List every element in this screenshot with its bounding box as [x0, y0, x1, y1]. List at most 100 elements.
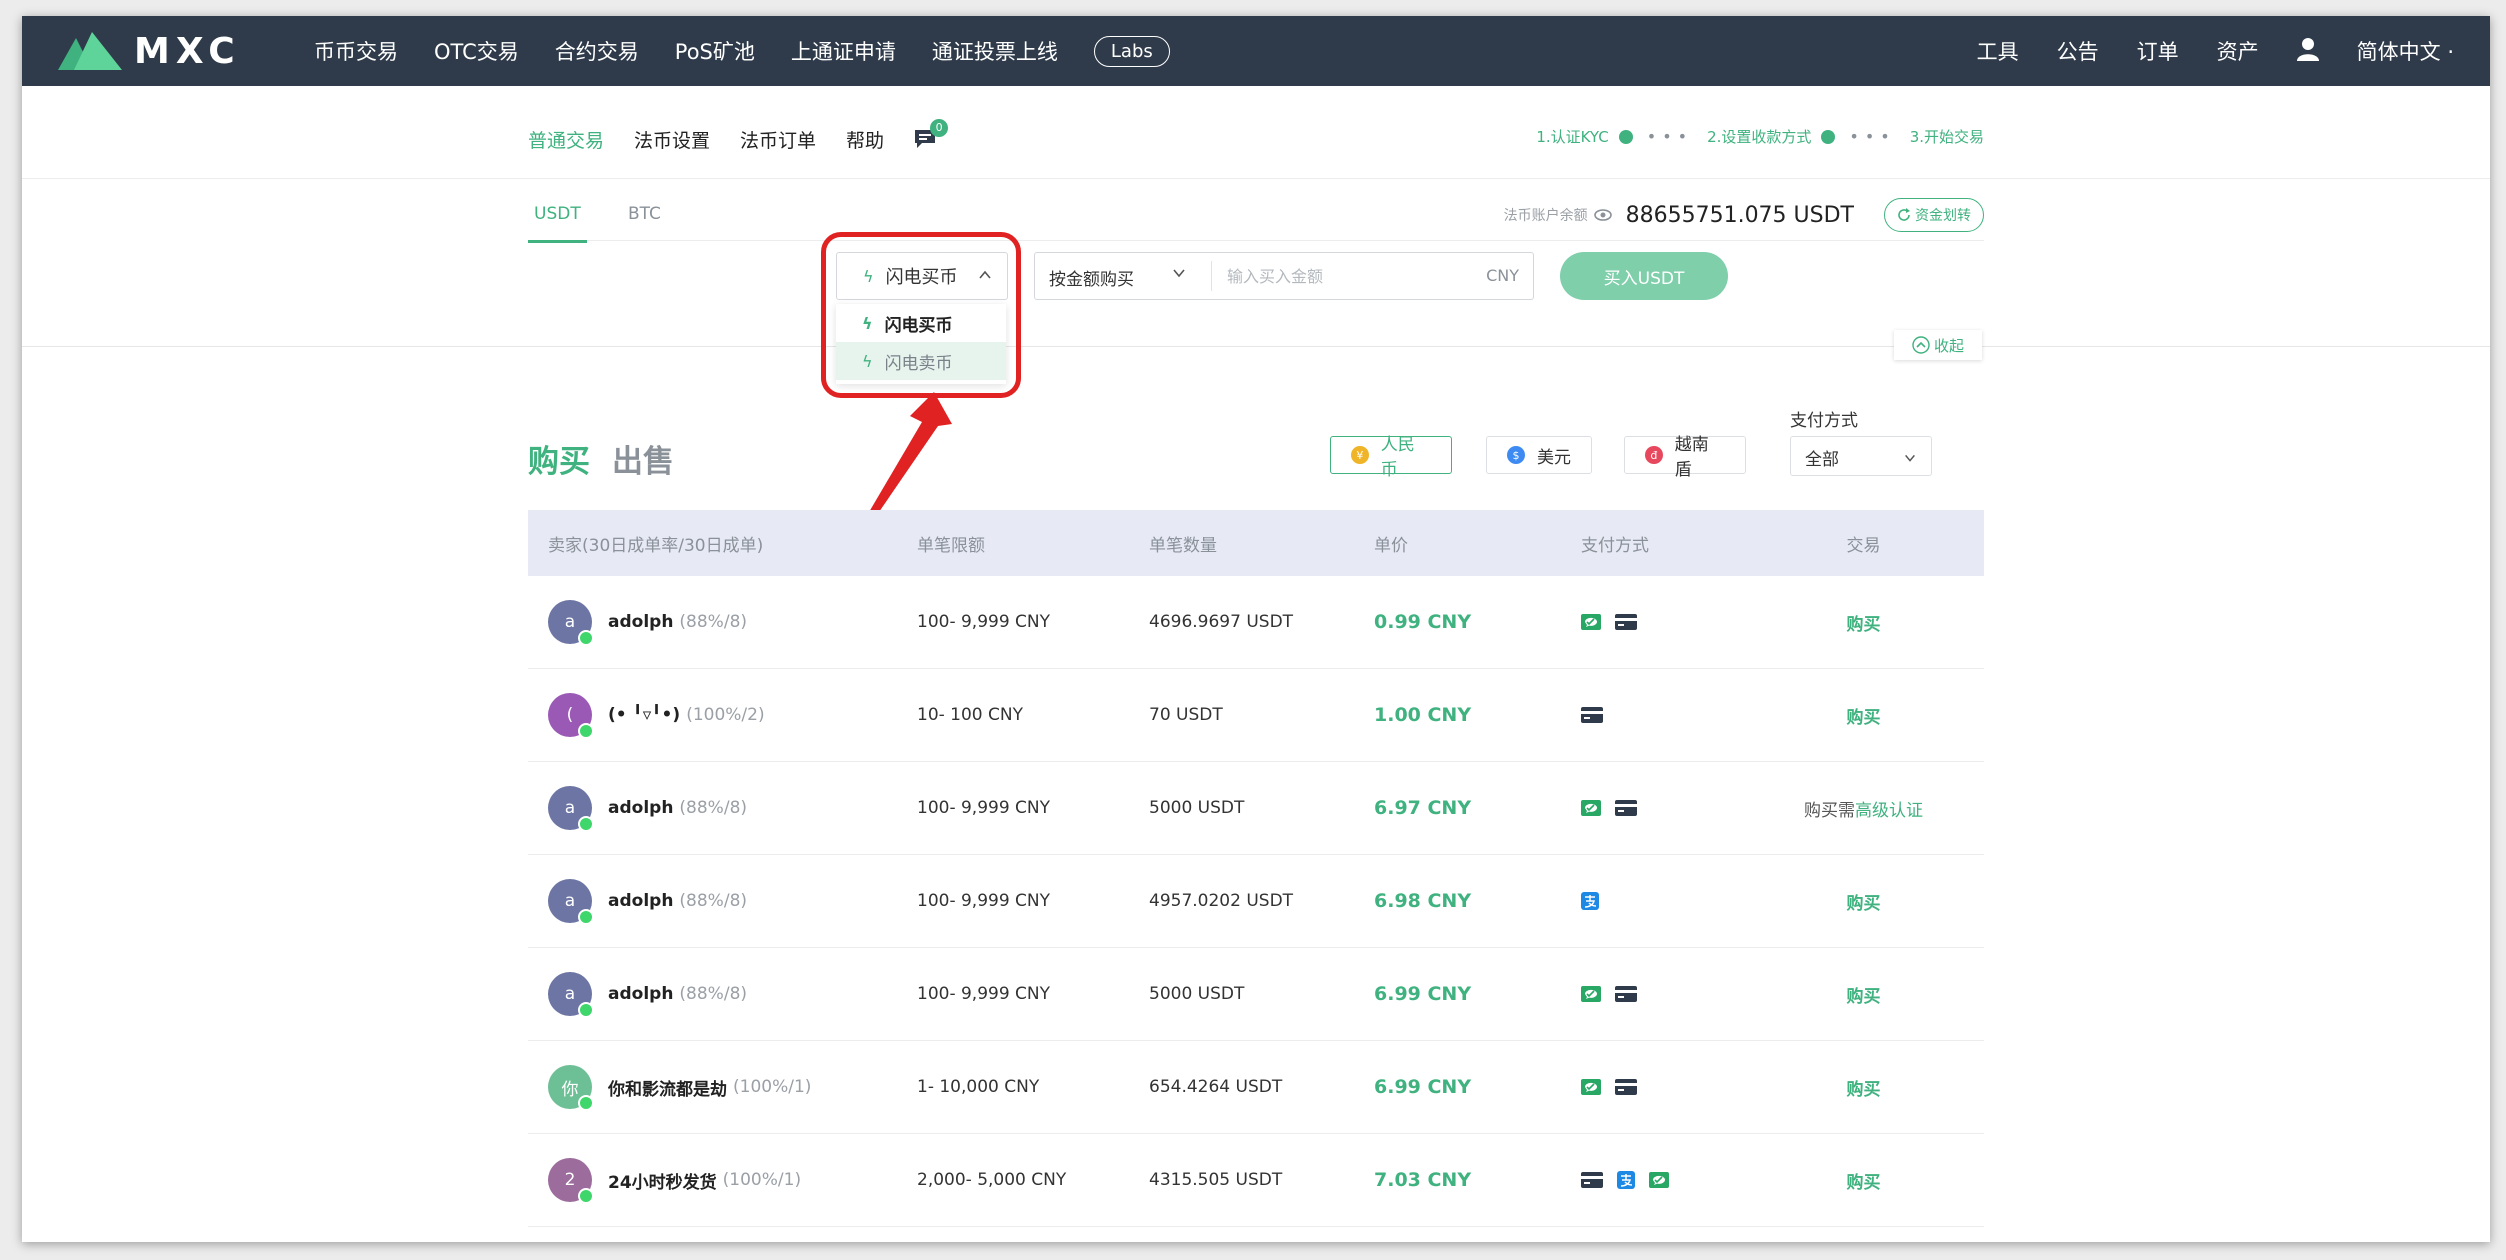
subnav-fiat-settings[interactable]: 法币设置: [634, 126, 710, 153]
logo[interactable]: MXC: [58, 31, 241, 72]
subnav-help[interactable]: 帮助: [846, 126, 884, 153]
buy-action-button[interactable]: 购买: [1847, 1080, 1881, 1100]
online-status-dot: [578, 723, 594, 739]
advanced-verification-link[interactable]: 高级认证: [1855, 801, 1923, 821]
payment-methods-cell: [1581, 1171, 1799, 1189]
chevron-down-icon: [1905, 454, 1915, 462]
online-status-dot: [578, 1188, 594, 1204]
table-row: ( (• ╹▿╹•) (100%/2) 10- 100 CNY 70 USDT …: [528, 669, 1984, 762]
nav-otc-trading[interactable]: OTC交易: [434, 36, 519, 66]
avatar[interactable]: a: [548, 600, 594, 646]
language-select[interactable]: 简体中文 ·: [2357, 36, 2454, 66]
seller-name[interactable]: adolph: [608, 798, 673, 818]
buy-action-button[interactable]: 购买: [1847, 894, 1881, 914]
amount-group: 按金额购买 CNY: [1034, 252, 1534, 300]
action-cell: 购买: [1799, 703, 1984, 728]
nav-pos-pool[interactable]: PoS矿池: [675, 36, 755, 66]
buy-usdt-button[interactable]: 买入USDT: [1560, 252, 1728, 300]
subnav-fiat-orders[interactable]: 法币订单: [740, 126, 816, 153]
tab-sell[interactable]: 出售: [612, 436, 674, 481]
avatar[interactable]: 你: [548, 1065, 594, 1111]
online-status-dot: [578, 1002, 594, 1018]
bank-card-icon: [1615, 800, 1637, 816]
payment-methods-cell: [1581, 707, 1799, 723]
limit-cell: 1- 10,000 CNY: [917, 1077, 1040, 1097]
avatar[interactable]: a: [548, 786, 594, 832]
currency-cny-button[interactable]: ¥ 人民币: [1330, 435, 1452, 480]
subnav-normal-trade[interactable]: 普通交易: [528, 126, 604, 153]
seller-name[interactable]: 24小时秒发货: [608, 1168, 717, 1193]
nav-notice[interactable]: 公告: [2057, 36, 2099, 66]
avatar-initial: 2: [564, 1170, 576, 1190]
message-button[interactable]: 0: [914, 118, 949, 151]
avatar[interactable]: a: [548, 879, 594, 925]
quantity-cell: 4696.9697 USDT: [1149, 612, 1294, 632]
divider: [1211, 261, 1212, 291]
payment-filter-label: 支付方式: [1790, 411, 1858, 431]
collapse-button[interactable]: 收起: [1894, 330, 1982, 360]
nav-assets[interactable]: 资产: [2217, 36, 2259, 66]
payment-filter-select[interactable]: 全部: [1790, 436, 1932, 476]
nav-token-vote[interactable]: 通证投票上线: [932, 36, 1058, 66]
seller-cell: a adolph (88%/8): [528, 600, 917, 646]
quick-buy-row: ϟ 闪电买币 按金额购买 CNY 买入USDT: [22, 240, 2490, 347]
currency-vnd-button[interactable]: đ 越南盾: [1624, 435, 1746, 480]
seller-name[interactable]: adolph: [608, 984, 673, 1004]
user-icon[interactable]: [2296, 37, 2319, 66]
action-cell: 购买: [1799, 610, 1984, 635]
nav-token-listing[interactable]: 上通证申请: [791, 36, 896, 66]
nav-spot-trading[interactable]: 币币交易: [314, 36, 398, 66]
seller-name[interactable]: 你和影流都是劫: [608, 1075, 727, 1100]
step-separator: •••: [1849, 127, 1896, 146]
bank-card-icon: [1615, 986, 1637, 1002]
currency-usd-button[interactable]: $ 美元: [1486, 436, 1592, 474]
trade-tabs: 购买 出售: [528, 436, 674, 481]
tab-usdt[interactable]: USDT: [528, 204, 587, 243]
step-separator: •••: [1646, 127, 1694, 146]
seller-cell: 你 你和影流都是劫 (100%/1): [528, 1065, 917, 1111]
yuan-icon: ¥: [1351, 446, 1369, 464]
tab-btc[interactable]: BTC: [628, 204, 661, 224]
avatar[interactable]: a: [548, 972, 594, 1018]
step-2[interactable]: 2.设置收款方式: [1707, 126, 1811, 147]
buy-action-button[interactable]: 购买: [1847, 1173, 1881, 1193]
seller-name[interactable]: (• ╹▿╹•): [608, 705, 680, 725]
buy-action-button[interactable]: 购买: [1847, 615, 1881, 635]
quantity-cell: 70 USDT: [1149, 705, 1223, 725]
top-nav: MXC 币币交易 OTC交易 合约交易 PoS矿池 上通证申请 通证投票上线 L…: [22, 16, 2490, 86]
nav-tools[interactable]: 工具: [1977, 36, 2019, 66]
limit-cell: 2,000- 5,000 CNY: [917, 1170, 1067, 1190]
avatar[interactable]: (: [548, 693, 594, 739]
eye-icon[interactable]: [1593, 209, 1612, 221]
wechat-icon: [1581, 986, 1601, 1002]
seller-name[interactable]: adolph: [608, 891, 673, 911]
table-row: a adolph (88%/8) 100- 9,999 CNY 5000 USD…: [528, 762, 1984, 855]
amount-type-select[interactable]: 按金额购买: [1049, 265, 1134, 290]
amount-input[interactable]: [1225, 257, 1469, 295]
chevron-down-icon[interactable]: [1171, 265, 1187, 281]
action-note: 购买需: [1804, 800, 1855, 821]
app-window: MXC 币币交易 OTC交易 合约交易 PoS矿池 上通证申请 通证投票上线 L…: [22, 16, 2490, 1242]
transfer-button[interactable]: 资金划转: [1884, 198, 1984, 232]
header-price: 单价: [1374, 535, 1408, 556]
seller-name[interactable]: adolph: [608, 612, 673, 632]
seller-cell: a adolph (88%/8): [528, 972, 917, 1018]
nav-orders[interactable]: 订单: [2137, 36, 2179, 66]
price-cell: 6.98 CNY: [1374, 890, 1472, 912]
avatar[interactable]: 2: [548, 1158, 594, 1204]
buy-action-button[interactable]: 购买: [1847, 987, 1881, 1007]
bank-card-icon: [1581, 707, 1603, 723]
header-quantity: 单笔数量: [1149, 535, 1217, 556]
avatar-initial: a: [564, 612, 576, 632]
buy-action-button[interactable]: 购买: [1847, 708, 1881, 728]
step-3[interactable]: 3.开始交易: [1910, 126, 1984, 147]
nav-labs-button[interactable]: Labs: [1093, 35, 1170, 67]
bank-card-icon: [1581, 1172, 1603, 1188]
price-cell: 6.99 CNY: [1374, 1076, 1472, 1098]
seller-stats: (88%/8): [679, 891, 748, 911]
fiat-balance: 法币账户余额 88655751.075 USDT 资金划转: [1504, 198, 1984, 232]
nav-contract-trading[interactable]: 合约交易: [555, 36, 639, 66]
alipay-icon: [1581, 892, 1599, 910]
tab-buy[interactable]: 购买: [528, 436, 590, 481]
step-1[interactable]: 1.认证KYC: [1536, 126, 1608, 147]
